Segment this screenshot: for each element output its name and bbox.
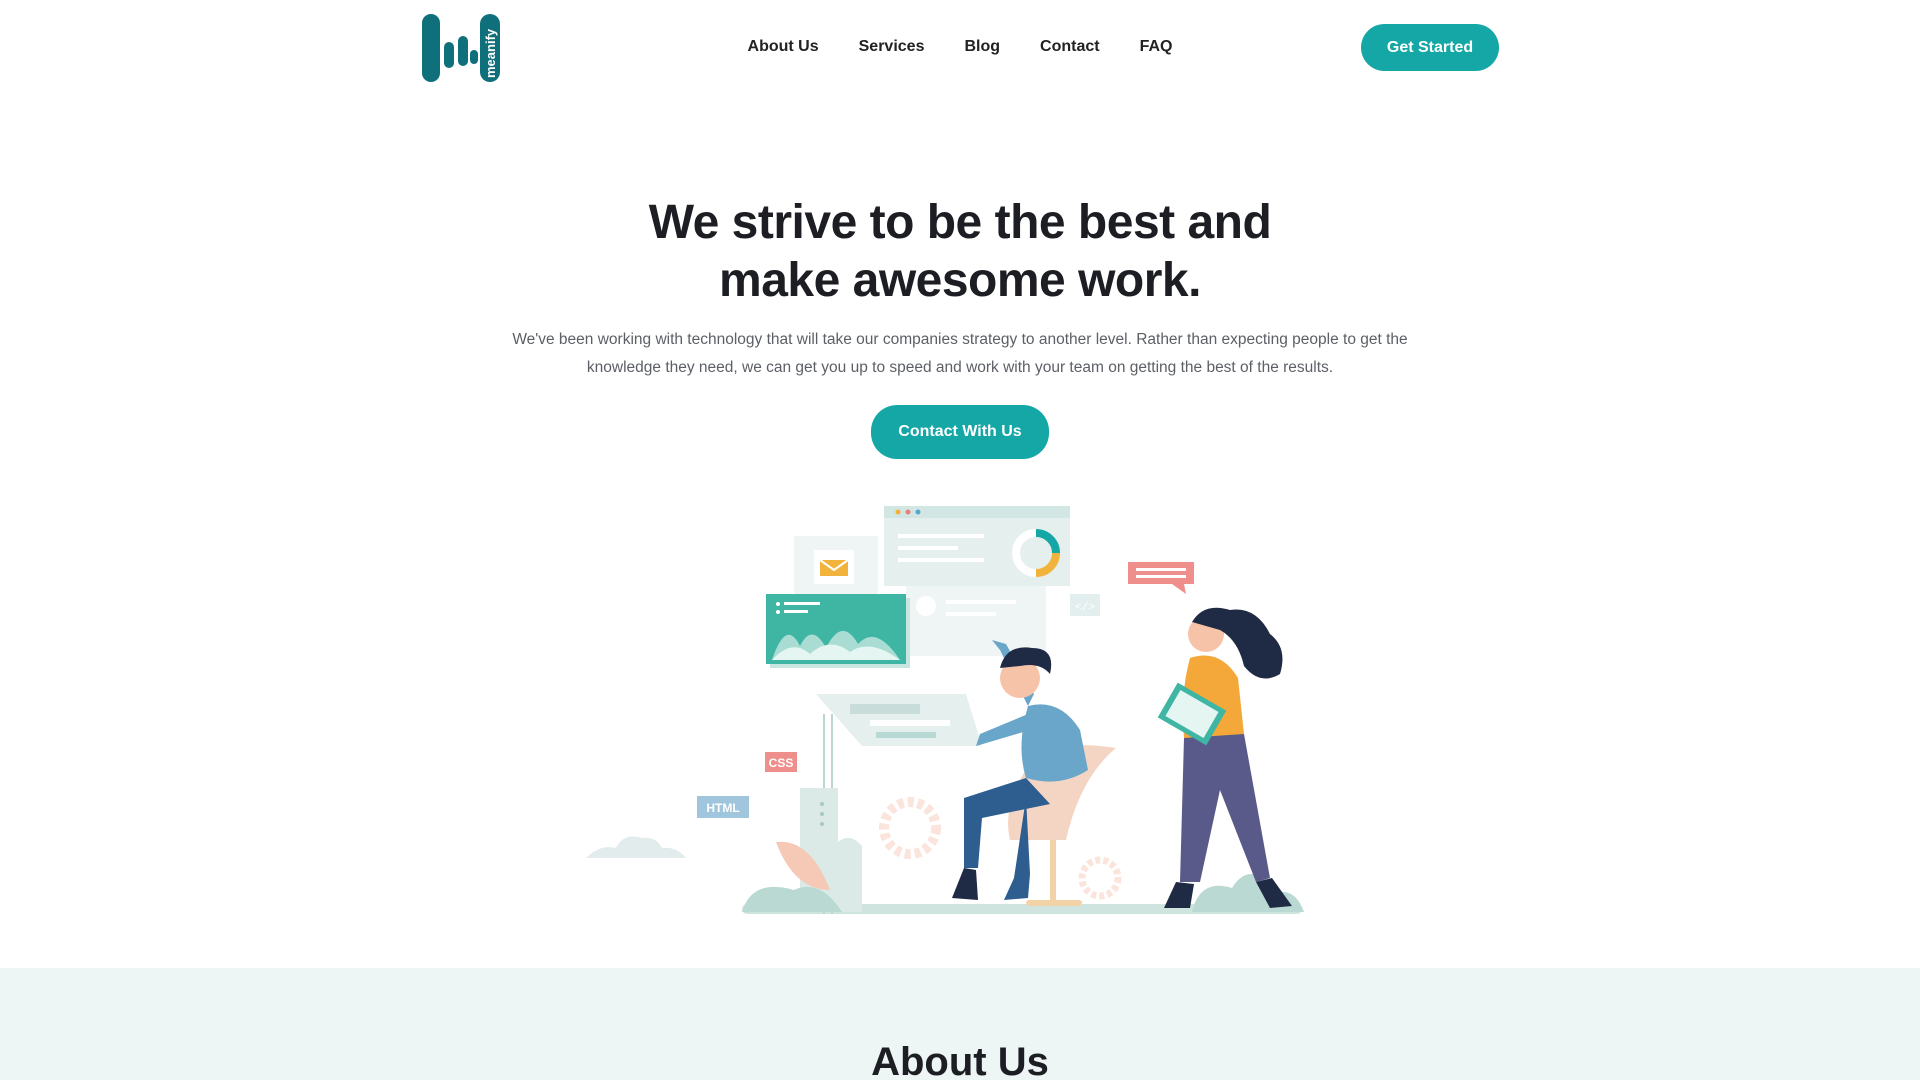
nav-link-services[interactable]: Services (859, 38, 925, 56)
nav-link-faq[interactable]: FAQ (1140, 38, 1173, 56)
speech-bubble (1128, 562, 1194, 594)
hero-illustration: </> CSS HTML (586, 506, 1304, 914)
browser-window (884, 506, 1070, 586)
cloud-shape (586, 836, 686, 858)
get-started-button[interactable]: Get Started (1361, 24, 1499, 71)
code-tag-label: </> (1075, 602, 1095, 614)
analytics-card (766, 594, 910, 668)
hero-title: We strive to be the best and make awesom… (0, 194, 1920, 310)
hero-title-line-1: We strive to be the best and (648, 196, 1272, 249)
css-tag-label: CSS (769, 756, 794, 770)
woman-figure (1157, 607, 1292, 908)
nav-link-contact[interactable]: Contact (1040, 38, 1100, 56)
site-header: meanify About Us Services Blog Contact F… (0, 0, 1920, 96)
nav-link-about[interactable]: About Us (748, 38, 819, 56)
hero-title-line-2: make awesome work. (719, 254, 1201, 307)
nav-link-blog[interactable]: Blog (964, 38, 1000, 56)
contact-with-us-button[interactable]: Contact With Us (871, 405, 1049, 459)
email-icon (819, 559, 849, 576)
gear-icon (879, 797, 941, 859)
about-heading: About Us (871, 1040, 1049, 1084)
html-tag-label: HTML (706, 801, 739, 815)
main-nav: About Us Services Blog Contact FAQ (0, 38, 1920, 56)
hero-description: We've been working with technology that … (512, 331, 1408, 376)
man-figure (952, 640, 1088, 900)
